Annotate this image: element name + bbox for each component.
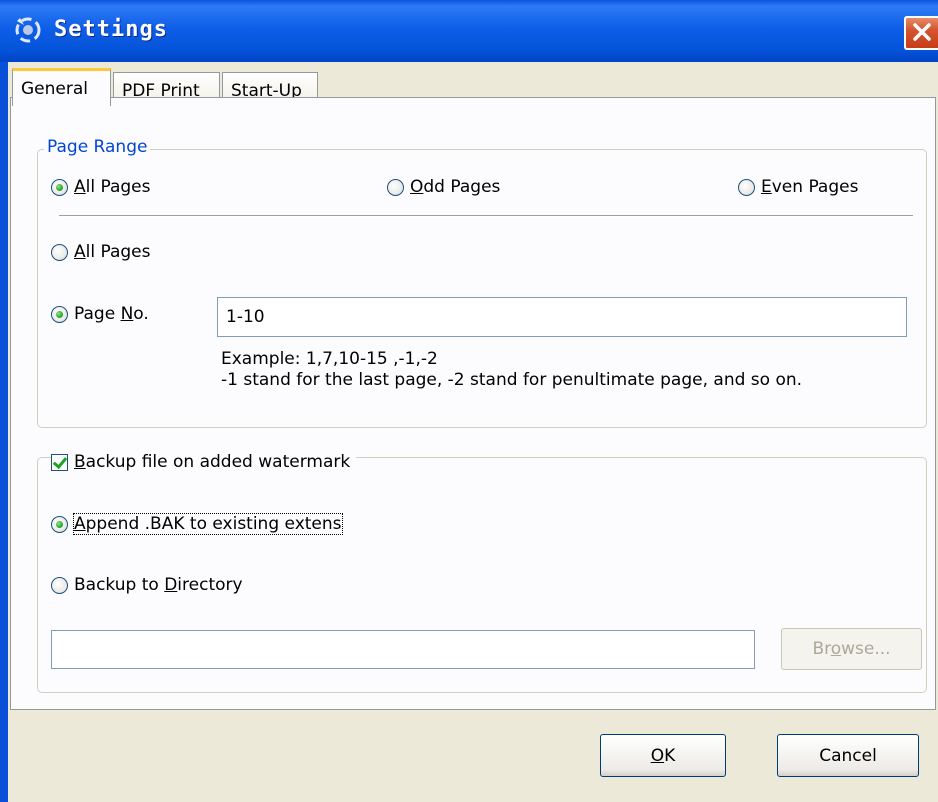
radio-append-bak[interactable]: Append .BAK to existing extens (51, 513, 343, 535)
checkbox-indicator (51, 453, 68, 471)
radio-indicator (51, 178, 68, 196)
radio-odd-pages[interactable]: Odd Pages (387, 177, 500, 197)
radio-backup-directory[interactable]: Backup to Directory (51, 575, 243, 595)
radio-all-pages[interactable]: All Pages (51, 242, 151, 262)
radio-indicator (51, 576, 68, 594)
radio-indicator (51, 305, 68, 323)
radio-page-no-label: Page No. (74, 304, 149, 324)
radio-all-pages-label: All Pages (74, 242, 151, 262)
general-tab-panel: Page Range All Pages Odd Pages Even Page… (10, 97, 936, 710)
window-title: Settings (54, 17, 168, 42)
page-no-input[interactable]: 1-10 (217, 297, 907, 337)
tab-general-label: General (21, 79, 88, 99)
close-icon (913, 23, 931, 41)
page-range-legend: Page Range (44, 137, 151, 157)
separator-line (59, 215, 913, 217)
cancel-button[interactable]: Cancel (777, 734, 919, 777)
example-line: Example: 1,7,10-15 ,-1,-2 (221, 349, 438, 369)
radio-odd-pages-label: Odd Pages (410, 177, 501, 197)
radio-all-pages-top-label: All Pages (74, 177, 151, 197)
example-note: Example: 1,7,10-15 ,-1,-2 -1 stand for t… (221, 349, 802, 391)
radio-all-pages-top[interactable]: All Pages (51, 177, 151, 197)
title-bar[interactable]: Settings (0, 0, 938, 62)
radio-indicator (51, 243, 68, 261)
ok-button[interactable]: OK (600, 734, 726, 777)
close-button[interactable] (904, 16, 938, 50)
example-explanation: -1 stand for the last page, -2 stand for… (221, 370, 803, 390)
radio-append-bak-label: Append .BAK to existing extens (73, 513, 343, 535)
browse-button[interactable]: Browse... (781, 628, 922, 670)
backup-checkbox-label: Backup file on added watermark (74, 452, 351, 472)
app-swirl-icon (15, 17, 41, 43)
radio-indicator (51, 515, 68, 533)
radio-indicator (738, 178, 755, 196)
radio-indicator (387, 178, 404, 196)
radio-even-pages-label: Even Pages (761, 177, 859, 197)
backup-checkbox[interactable]: Backup file on added watermark (51, 452, 357, 472)
window-frame-left (0, 62, 8, 802)
radio-page-no[interactable]: Page No. (51, 304, 149, 324)
tab-general[interactable]: General (12, 68, 111, 106)
radio-even-pages[interactable]: Even Pages (738, 177, 858, 197)
dialog-client: General PDF Print Start-Up Page Range Al… (0, 62, 938, 802)
backup-directory-input[interactable] (51, 630, 755, 669)
radio-backup-directory-label: Backup to Directory (74, 575, 243, 595)
